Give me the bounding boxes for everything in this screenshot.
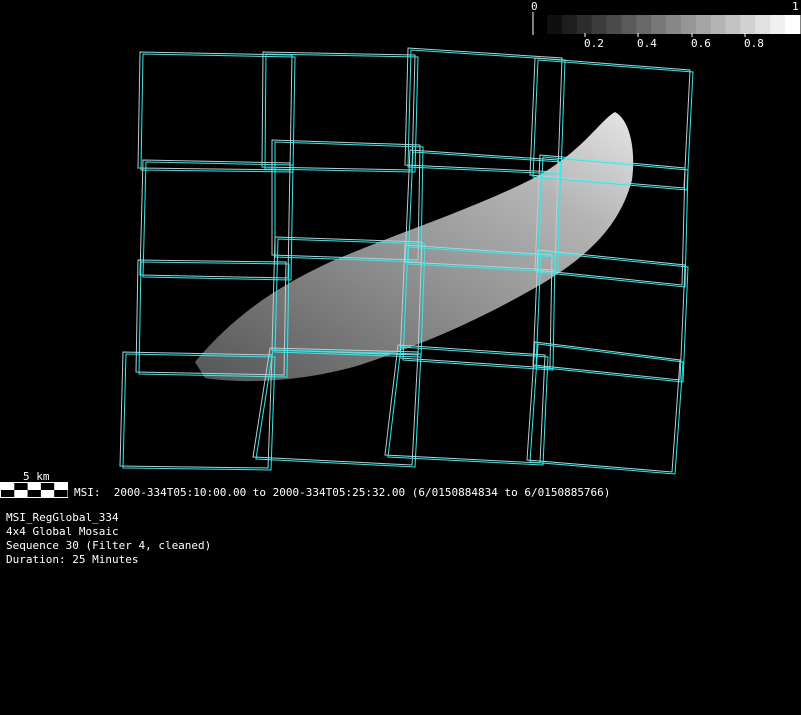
sequence-info: Sequence 30 (Filter 4, cleaned) — [6, 539, 212, 552]
image-frame-outline — [137, 51, 293, 171]
colorbar-swatch — [651, 15, 667, 34]
colorbar-swatch — [710, 15, 727, 34]
colorbar-swatch — [755, 15, 771, 34]
colorbar-swatch — [606, 15, 622, 34]
colorbar-swatch — [695, 15, 712, 34]
colorbar-swatch — [561, 15, 578, 34]
product-name: MSI_RegGlobal_334 — [6, 511, 119, 524]
image-frame-outline — [261, 51, 416, 171]
scale-bar-label: 5 km — [23, 470, 50, 483]
colorbar-swatch — [770, 15, 786, 34]
colorbar-swatch — [576, 15, 593, 34]
scale-bar-segment — [54, 490, 68, 497]
scale-bar — [0, 482, 68, 498]
colorbar-tick-label: 0.4 — [637, 37, 657, 50]
colorbar-swatch — [666, 15, 682, 34]
colorbar-swatch — [740, 15, 756, 34]
image-frame-outline — [264, 53, 419, 173]
mosaic-type: 4x4 Global Mosaic — [6, 525, 119, 538]
scale-bar-segment — [1, 490, 15, 497]
colorbar-swatch — [785, 15, 801, 34]
colorbar-tick-label: 0.6 — [691, 37, 711, 50]
colorbar-swatch — [591, 15, 608, 34]
colorbar-min-label: 0 — [531, 0, 538, 13]
scale-bar-segment — [14, 483, 28, 490]
colorbar-swatch — [725, 15, 741, 34]
colorbar-max-label: 1 — [792, 0, 799, 13]
colorbar-swatch — [680, 15, 697, 34]
duration-info: Duration: 25 Minutes — [6, 553, 139, 566]
colorbar-tick-label: 0.2 — [584, 37, 604, 50]
colorbar — [547, 15, 801, 37]
scale-bar-segment — [27, 490, 41, 497]
mosaic-view — [0, 12, 801, 498]
colorbar-swatch — [547, 15, 563, 34]
observation-time-range: MSI: 2000-334T05:10:00.00 to 2000-334T05… — [74, 486, 611, 499]
colorbar-tick-label: 0.8 — [744, 37, 764, 50]
scale-bar-segment — [40, 483, 55, 490]
colorbar-swatch — [636, 15, 652, 34]
colorbar-swatch — [621, 15, 637, 34]
